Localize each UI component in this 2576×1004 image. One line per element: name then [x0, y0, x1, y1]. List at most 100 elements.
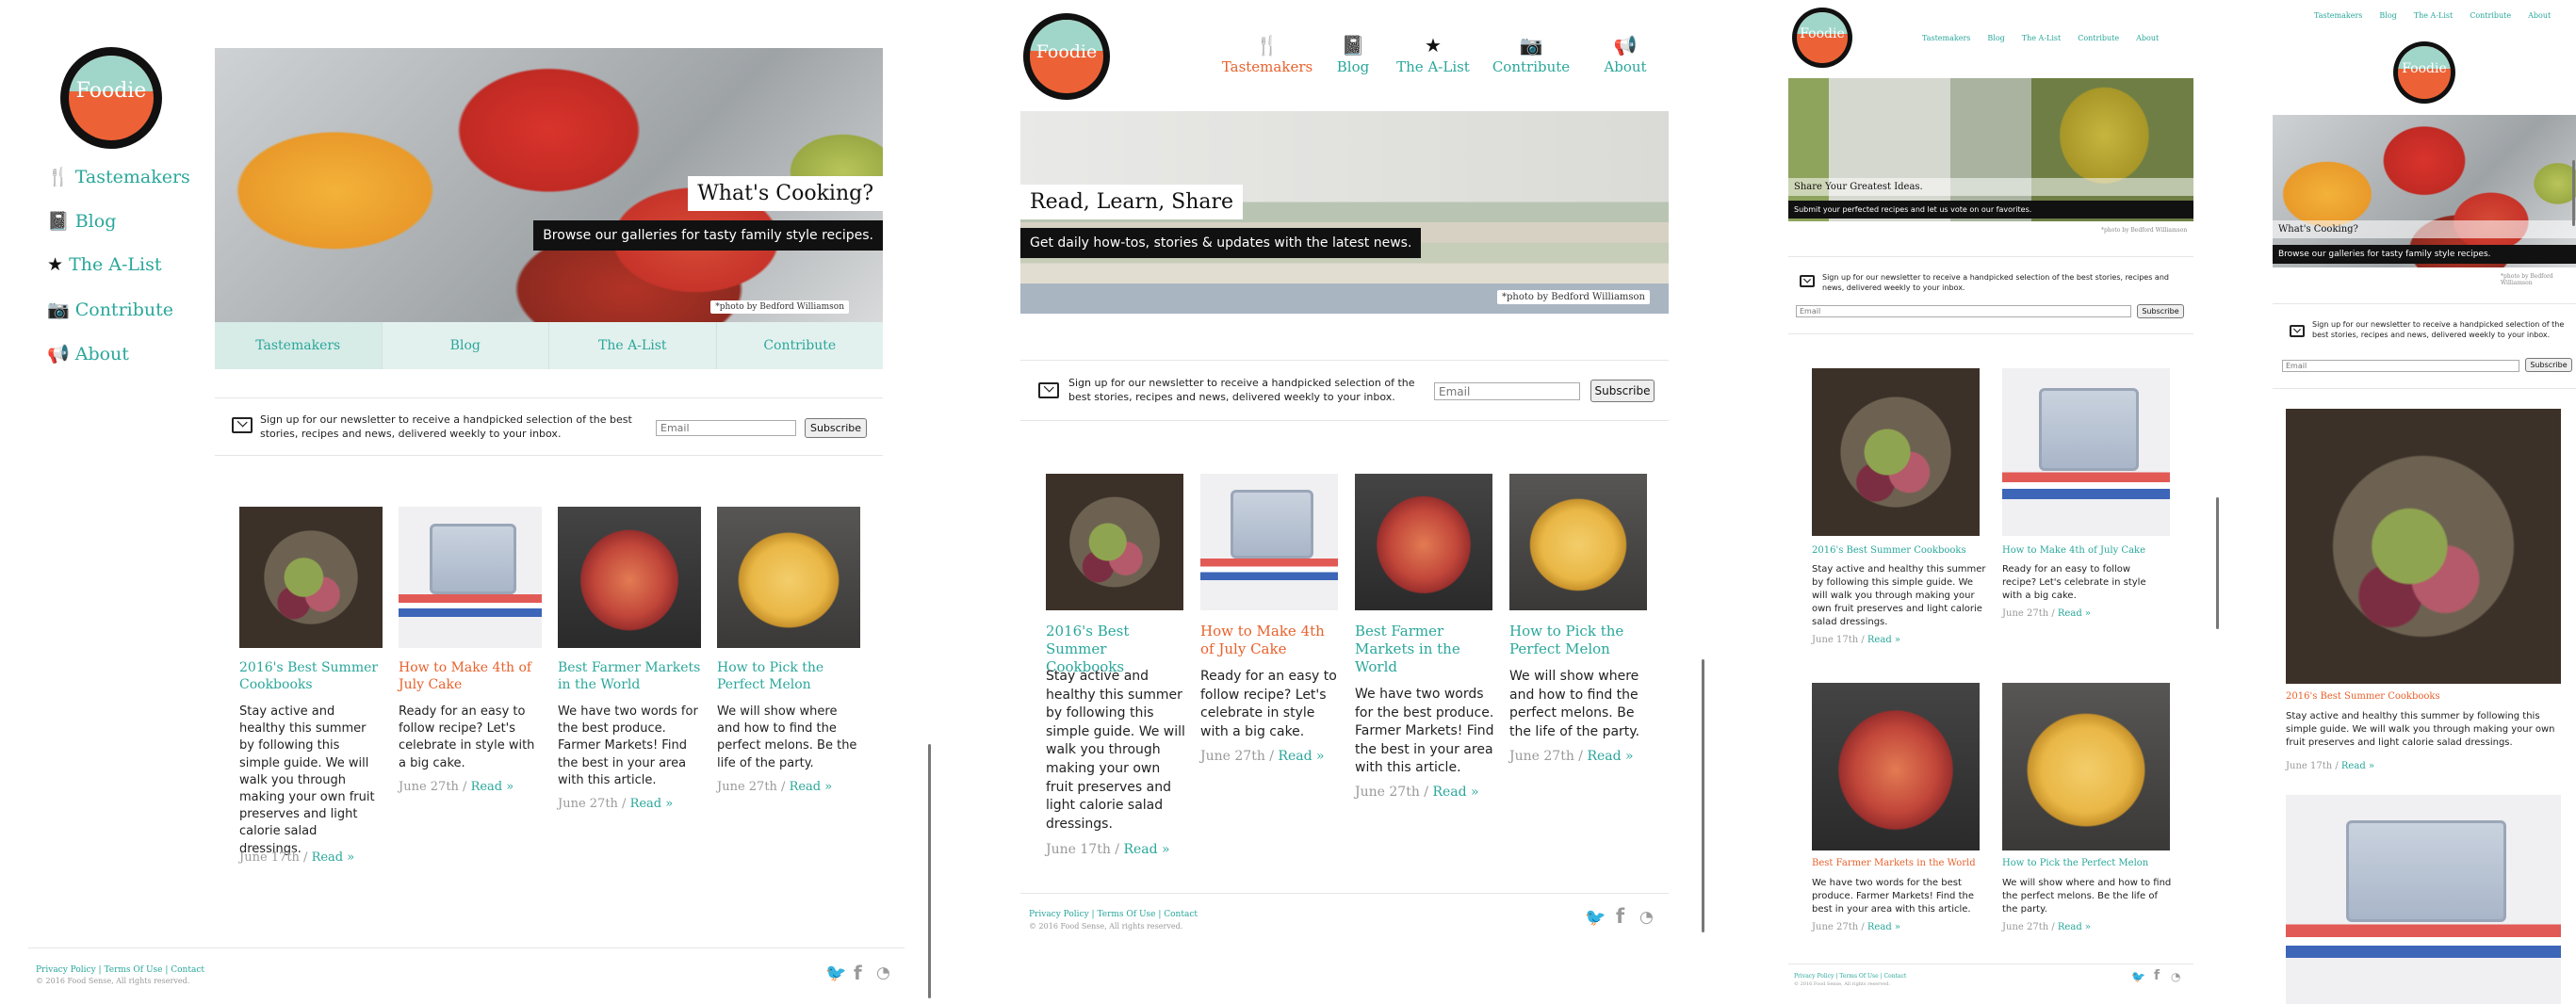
facebook-icon[interactable]: f: [1616, 905, 1624, 928]
nav-item-a-list[interactable]: ★ The A-List: [47, 254, 190, 299]
nav-item-contribute[interactable]: Contribute: [2470, 11, 2511, 20]
article-image[interactable]: [1812, 368, 1980, 536]
article-image[interactable]: [399, 507, 542, 648]
terms-link[interactable]: Terms Of Use: [104, 965, 162, 975]
nav-item-blog[interactable]: 📓 Blog: [1319, 34, 1387, 75]
nav-item-blog[interactable]: Blog: [2379, 11, 2396, 20]
foodie-logo[interactable]: Foodie: [1792, 8, 1852, 68]
nav-item-blog[interactable]: Blog: [1987, 34, 2004, 42]
read-link[interactable]: Read »: [2341, 761, 2374, 771]
article-title[interactable]: How to Make 4th of July Cake: [399, 659, 542, 693]
article-title[interactable]: How to Pick the Perfect Melon: [2002, 858, 2191, 868]
subscribe-button[interactable]: Subscribe: [1590, 380, 1655, 402]
article-title[interactable]: 2016's Best Summer Cookbooks: [239, 659, 383, 693]
email-input[interactable]: [1796, 305, 2131, 317]
email-input[interactable]: [1434, 382, 1580, 400]
nav-item-about[interactable]: 📢 About: [1583, 34, 1668, 75]
facebook-icon[interactable]: f: [2154, 968, 2160, 983]
terms-link[interactable]: Terms Of Use: [1097, 910, 1155, 919]
rss-icon[interactable]: ◔: [876, 964, 890, 982]
read-link[interactable]: Read »: [471, 780, 514, 794]
foodie-logo[interactable]: Foodie: [2393, 41, 2455, 104]
article-title[interactable]: 2016's Best Summer Cookbooks: [1812, 545, 1991, 556]
privacy-link[interactable]: Privacy Policy: [36, 965, 96, 975]
read-link[interactable]: Read »: [630, 797, 674, 811]
twitter-icon[interactable]: 🐦: [2131, 970, 2145, 983]
article-title[interactable]: How to Make 4th of July Cake: [1200, 623, 1342, 658]
nav-item-about[interactable]: About: [2136, 34, 2159, 42]
article-image[interactable]: [1200, 474, 1338, 610]
nav-item-blog[interactable]: 📓 Blog: [47, 210, 190, 254]
nav-item-tastemakers[interactable]: Tastemakers: [1922, 34, 1970, 42]
read-link[interactable]: Read »: [2058, 608, 2091, 619]
rss-icon[interactable]: ◔: [1639, 908, 1654, 927]
read-link[interactable]: Read »: [1123, 842, 1169, 857]
twitter-icon[interactable]: 🐦: [1585, 908, 1606, 928]
nav-item-contribute[interactable]: Contribute: [2078, 34, 2119, 42]
nav-item-a-list[interactable]: The A-List: [2414, 11, 2453, 20]
read-link[interactable]: Read »: [1432, 785, 1478, 800]
article-title[interactable]: How to Make 4th of July Cake: [2002, 545, 2181, 556]
tab-blog[interactable]: Blog: [383, 322, 549, 369]
article-title[interactable]: 2016's Best Summer Cookbooks: [2286, 691, 2568, 702]
article-image[interactable]: [717, 507, 860, 648]
contact-link[interactable]: Contact: [1884, 973, 1907, 980]
facebook-icon[interactable]: f: [854, 962, 862, 984]
nav-item-tastemakers[interactable]: 🍴 Tastemakers: [1215, 34, 1319, 75]
scrollbar[interactable]: [2216, 497, 2219, 629]
privacy-link[interactable]: Privacy Policy: [1794, 973, 1834, 980]
article-image[interactable]: [2286, 409, 2561, 684]
article-image[interactable]: [2002, 368, 2170, 536]
article-image[interactable]: [1812, 683, 1980, 850]
read-link[interactable]: Read »: [2058, 922, 2091, 932]
email-input[interactable]: [2282, 360, 2519, 372]
article-image[interactable]: [1355, 474, 1492, 610]
article-image[interactable]: [1509, 474, 1647, 610]
subscribe-button[interactable]: Subscribe: [805, 418, 867, 438]
nav-item-about[interactable]: About: [2528, 11, 2551, 20]
foodie-logo[interactable]: Foodie: [1023, 13, 1110, 100]
twitter-icon[interactable]: 🐦: [825, 964, 846, 983]
scrollbar[interactable]: [928, 744, 931, 998]
article-image[interactable]: [239, 507, 383, 648]
contact-link[interactable]: Contact: [171, 965, 204, 975]
tab-tastemakers[interactable]: Tastemakers: [215, 322, 383, 369]
article-title[interactable]: Best Farmer Markets in the World: [1355, 623, 1496, 675]
article-meta: June 27th / Read »: [2002, 922, 2092, 932]
contact-link[interactable]: Contact: [1164, 910, 1198, 919]
nav-item-about[interactable]: 📢 About: [47, 343, 190, 387]
subscribe-button[interactable]: Subscribe: [2525, 358, 2572, 372]
read-link[interactable]: Read »: [790, 780, 833, 794]
megaphone-icon: 📢: [1613, 34, 1638, 57]
read-link[interactable]: Read »: [1587, 749, 1633, 764]
nav-item-contribute[interactable]: 📷 Contribute: [1479, 34, 1583, 75]
privacy-link[interactable]: Privacy Policy: [1029, 910, 1089, 919]
nav-item-tastemakers[interactable]: Tastemakers: [2314, 11, 2362, 20]
scrollbar[interactable]: [1702, 659, 1704, 932]
article-image[interactable]: [558, 507, 701, 648]
email-input[interactable]: [656, 420, 796, 436]
article-image[interactable]: [2002, 683, 2170, 850]
rss-icon[interactable]: ◔: [2171, 970, 2180, 983]
article-title[interactable]: How to Pick the Perfect Melon: [717, 659, 860, 693]
read-link[interactable]: Read »: [1867, 635, 1900, 645]
tab-a-list[interactable]: The A-List: [549, 322, 717, 369]
article-title[interactable]: How to Pick the Perfect Melon: [1509, 623, 1651, 658]
read-link[interactable]: Read »: [312, 850, 355, 865]
nav-item-a-list[interactable]: ★ The A-List: [1387, 34, 1479, 75]
subscribe-button[interactable]: Subscribe: [2137, 304, 2184, 318]
article-image[interactable]: [2286, 795, 2561, 1004]
nav-item-a-list[interactable]: The A-List: [2022, 34, 2061, 42]
divider: [1788, 256, 2193, 257]
tab-contribute[interactable]: Contribute: [717, 322, 884, 369]
read-link[interactable]: Read »: [1867, 922, 1900, 932]
nav-item-contribute[interactable]: 📷 Contribute: [47, 299, 190, 343]
scrollbar[interactable]: [2572, 160, 2575, 226]
article-title[interactable]: Best Farmer Markets in the World: [558, 659, 701, 693]
terms-link[interactable]: Terms Of Use: [1839, 973, 1878, 980]
nav-item-tastemakers[interactable]: 🍴 Tastemakers: [47, 166, 190, 210]
foodie-logo[interactable]: Foodie: [60, 47, 162, 149]
article-title[interactable]: Best Farmer Markets in the World: [1812, 858, 2000, 868]
read-link[interactable]: Read »: [1278, 749, 1324, 764]
article-image[interactable]: [1046, 474, 1183, 610]
